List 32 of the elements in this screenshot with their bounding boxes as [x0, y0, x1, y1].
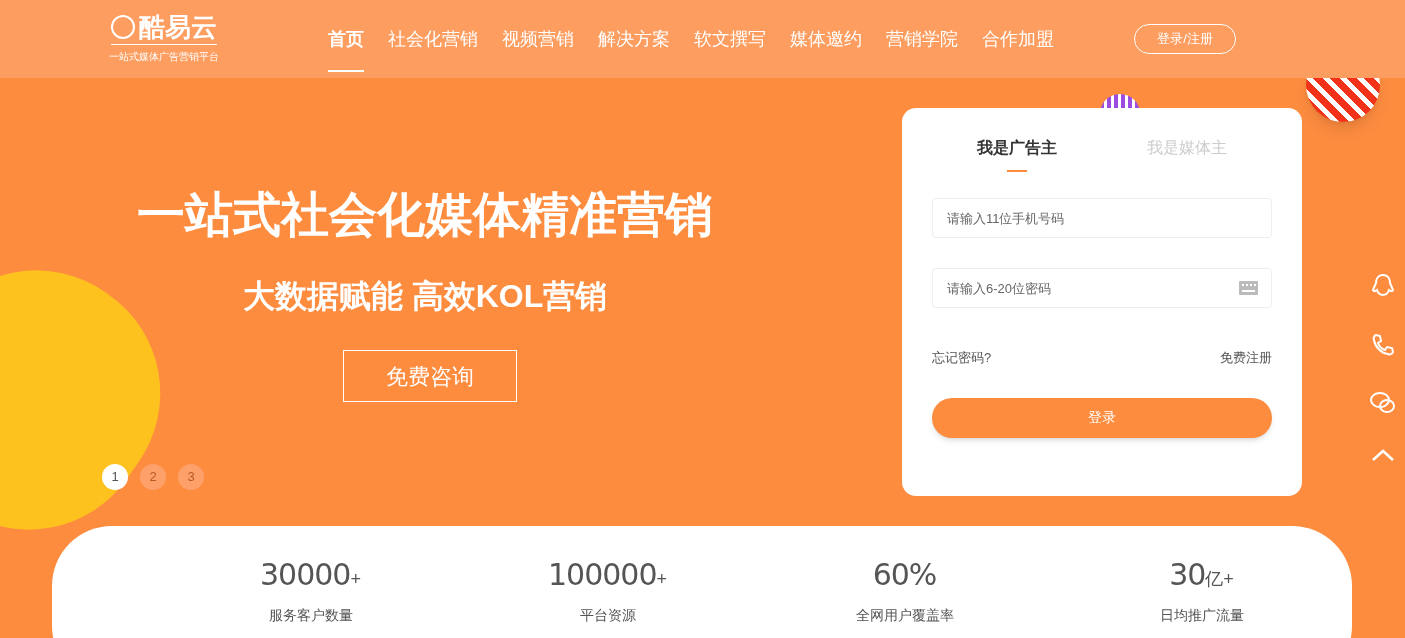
- nav-link[interactable]: 解决方案: [592, 0, 676, 78]
- penguin-icon[interactable]: [1370, 273, 1396, 299]
- chat-bubbles-icon[interactable]: [1370, 391, 1396, 415]
- stat-label: 全网用户覆盖率: [855, 606, 954, 625]
- nav-link[interactable]: 合作加盟: [976, 0, 1060, 78]
- nav-link[interactable]: 媒体邀约: [784, 0, 868, 78]
- phone-input-field[interactable]: 请输入11位手机号码: [932, 198, 1272, 238]
- login-button[interactable]: 登录: [932, 397, 1272, 438]
- stat-label: 平台资源: [579, 606, 636, 625]
- logo: 酷易云: [111, 14, 217, 45]
- nav-link[interactable]: 视频营销: [496, 0, 580, 78]
- chevron-up-icon[interactable]: [1372, 449, 1394, 461]
- free-register-link[interactable]: 免费注册: [1220, 348, 1272, 368]
- forgot-password-link[interactable]: 忘记密码?: [932, 348, 992, 368]
- keyboard-icon[interactable]: [1239, 281, 1258, 295]
- consult-button[interactable]: 免费咨询: [343, 350, 517, 402]
- login-tab[interactable]: 我是广告主: [977, 136, 1057, 172]
- nav-link[interactable]: 软文撰写: [688, 0, 772, 78]
- stat-value: 30000+: [260, 556, 361, 594]
- password-input-field[interactable]: 请输入6-20位密码: [932, 268, 1272, 308]
- hero-title: 一站式社会化媒体精准营销: [137, 190, 713, 238]
- stat-value: 60%: [872, 556, 937, 594]
- stat-value: 30亿+: [1169, 556, 1234, 594]
- nav-link[interactable]: 营销学院: [880, 0, 964, 78]
- stat-label: 服务客户数量: [268, 606, 353, 625]
- nav-link[interactable]: 首页: [322, 0, 370, 78]
- nav-link[interactable]: 社会化营销: [382, 0, 484, 78]
- stat-label: 日均推广流量: [1159, 606, 1244, 625]
- phone-icon[interactable]: [1371, 333, 1395, 357]
- logo-tagline: 一站式媒体广告营销平台: [109, 50, 219, 64]
- hero-subtitle: 大数据赋能 高效KOL营销: [242, 277, 608, 316]
- stat-value: 100000+: [547, 556, 667, 594]
